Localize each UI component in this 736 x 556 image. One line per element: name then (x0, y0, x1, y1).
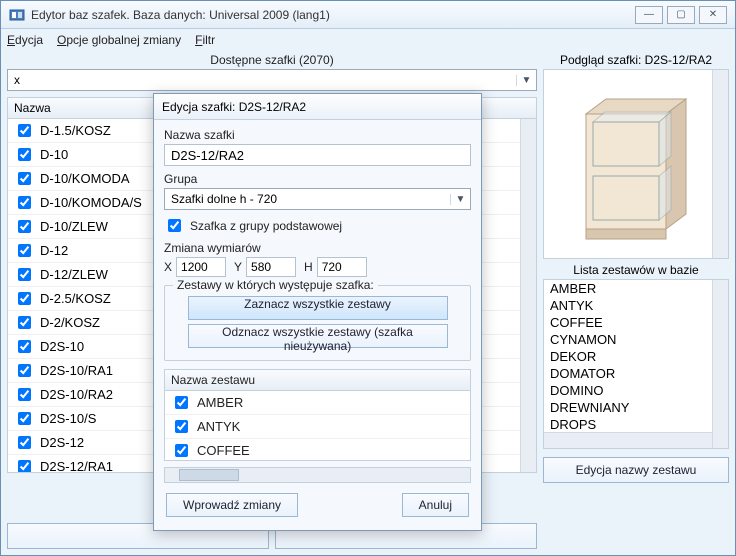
item-label: D-10/KOMODA (40, 171, 130, 186)
item-label: D2S-10/RA1 (40, 363, 113, 378)
item-label: D-1.5/KOSZ (40, 123, 111, 138)
titlebar: Edytor baz szafek. Baza danych: Universa… (1, 1, 735, 29)
sets-groupbox: Zestawy w których występuje szafka: Zazn… (164, 285, 471, 361)
item-checkbox[interactable] (175, 444, 188, 457)
filter-combo[interactable]: ▼ (7, 69, 537, 91)
list-item[interactable]: AMBER (165, 391, 470, 415)
dim-h-input[interactable] (317, 257, 367, 277)
select-all-sets-button[interactable]: Zaznacz wszystkie zestawy (188, 296, 448, 320)
sets-scrollbar-v[interactable] (712, 280, 728, 448)
list-item[interactable]: DOMATOR (544, 365, 728, 382)
menu-filter[interactable]: Filtr (195, 33, 215, 47)
scrollbar-vertical[interactable] (520, 119, 536, 472)
item-checkbox[interactable] (18, 460, 31, 473)
item-label: AMBER (197, 395, 243, 410)
item-checkbox[interactable] (18, 124, 31, 137)
list-item[interactable]: COFFEE (544, 314, 728, 331)
item-label: D2S-10/RA2 (40, 387, 113, 402)
sets-list[interactable]: AMBERANTYKCOFFEECYNAMONDEKORDOMATORDOMIN… (543, 279, 729, 449)
dialog-title: Edycja szafki: D2S-12/RA2 (154, 94, 481, 120)
list-item[interactable]: CYNAMON (544, 331, 728, 348)
edit-cabinet-dialog: Edycja szafki: D2S-12/RA2 Nazwa szafki G… (153, 93, 482, 531)
dialog-hscroll[interactable] (164, 467, 471, 483)
dim-h-label: H (304, 260, 313, 274)
menu-edit[interactable]: Edycja (7, 33, 43, 47)
filter-input[interactable] (8, 73, 516, 87)
item-checkbox[interactable] (18, 292, 31, 305)
dim-y-input[interactable] (246, 257, 296, 277)
item-label: D2S-10/S (40, 411, 96, 426)
item-checkbox[interactable] (18, 316, 31, 329)
preview-title: Podgląd szafki: D2S-12/RA2 (543, 51, 729, 69)
window-title: Edytor baz szafek. Baza danych: Universa… (31, 8, 635, 22)
item-checkbox[interactable] (18, 220, 31, 233)
basic-group-checkbox[interactable] (168, 219, 181, 232)
list-item[interactable]: DROPS (544, 416, 728, 433)
main-window: Edytor baz szafek. Baza danych: Universa… (0, 0, 736, 556)
apply-button[interactable]: Wprowadź zmiany (166, 493, 298, 517)
minimize-button[interactable]: — (635, 6, 663, 24)
menu-global-options[interactable]: Opcje globalnej zmiany (57, 33, 181, 47)
set-column-header[interactable]: Nazwa zestawu (164, 369, 471, 391)
dim-x-input[interactable] (176, 257, 226, 277)
group-label: Grupa (164, 172, 471, 186)
menubar: Edycja Opcje globalnej zmiany Filtr (1, 29, 735, 51)
name-label: Nazwa szafki (164, 128, 471, 142)
item-label: D-12 (40, 243, 68, 258)
item-label: D-12/ZLEW (40, 267, 108, 282)
app-icon (9, 7, 25, 23)
sets-scrollbar-h[interactable] (544, 432, 712, 448)
available-cabinets-title: Dostępne szafki (2070) (7, 51, 537, 69)
sets-title: Lista zestawów w bazie (543, 259, 729, 279)
list-item[interactable]: ANTYK (544, 297, 728, 314)
item-checkbox[interactable] (18, 412, 31, 425)
basic-group-label: Szafka z grupy podstawowej (190, 219, 342, 233)
list-item[interactable]: DOMINO (544, 382, 728, 399)
item-label: COFFEE (197, 443, 250, 458)
close-button[interactable]: ✕ (699, 6, 727, 24)
item-checkbox[interactable] (18, 268, 31, 281)
dim-y-label: Y (234, 260, 242, 274)
deselect-all-sets-button[interactable]: Odznacz wszystkie zestawy (szafka nieuży… (188, 324, 448, 348)
item-label: D2S-12 (40, 435, 84, 450)
item-checkbox[interactable] (18, 364, 31, 377)
chevron-down-icon[interactable]: ▼ (450, 194, 470, 205)
item-label: D-2.5/KOSZ (40, 291, 111, 306)
item-checkbox[interactable] (18, 340, 31, 353)
edit-set-name-button[interactable]: Edycja nazwy zestawu (543, 457, 729, 483)
cabinet-preview-image (571, 84, 701, 244)
item-label: ANTYK (197, 419, 240, 434)
item-checkbox[interactable] (175, 396, 188, 409)
item-label: D-10 (40, 147, 68, 162)
list-item[interactable]: DEKOR (544, 348, 728, 365)
dialog-sets-list[interactable]: AMBER ANTYK COFFEE (164, 391, 471, 461)
item-label: D2S-12/RA1 (40, 459, 113, 473)
sets-legend: Zestawy w których występuje szafka: (173, 278, 378, 292)
item-checkbox[interactable] (18, 436, 31, 449)
item-label: D-2/KOSZ (40, 315, 100, 330)
item-checkbox[interactable] (18, 388, 31, 401)
preview-scrollbar[interactable] (712, 70, 728, 258)
dim-x-label: X (164, 260, 172, 274)
item-label: D-10/KOMODA/S (40, 195, 142, 210)
list-item[interactable]: COFFEE (165, 439, 470, 461)
group-combo[interactable]: ▼ (164, 188, 471, 210)
item-label: D-10/ZLEW (40, 219, 108, 234)
dims-label: Zmiana wymiarów (164, 241, 471, 255)
preview-box (543, 69, 729, 259)
group-input[interactable] (165, 192, 450, 206)
item-checkbox[interactable] (18, 172, 31, 185)
list-item[interactable]: DREWNIANY (544, 399, 728, 416)
item-checkbox[interactable] (18, 196, 31, 209)
item-checkbox[interactable] (18, 244, 31, 257)
item-label: D2S-10 (40, 339, 84, 354)
list-item[interactable]: AMBER (544, 280, 728, 297)
item-checkbox[interactable] (175, 420, 188, 433)
cancel-button[interactable]: Anuluj (402, 493, 469, 517)
maximize-button[interactable]: ▢ (667, 6, 695, 24)
cabinet-name-input[interactable] (164, 144, 471, 166)
item-checkbox[interactable] (18, 148, 31, 161)
chevron-down-icon[interactable]: ▼ (516, 75, 536, 86)
list-item[interactable]: ANTYK (165, 415, 470, 439)
